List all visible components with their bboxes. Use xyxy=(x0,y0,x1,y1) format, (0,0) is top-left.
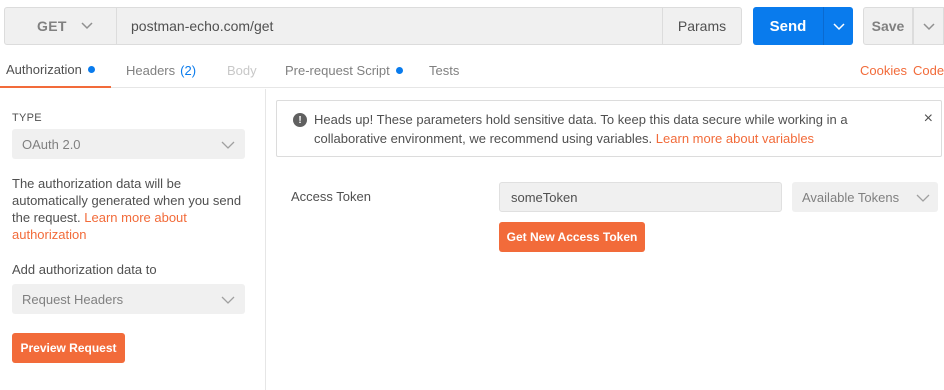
auth-type-select[interactable]: OAuth 2.0 xyxy=(12,129,245,159)
add-to-select[interactable]: Request Headers xyxy=(12,284,245,314)
active-indicator-dot xyxy=(395,66,403,74)
url-text: postman-echo.com/get xyxy=(131,18,274,34)
chevron-down-icon xyxy=(221,137,235,152)
learn-more-variables-link[interactable]: Learn more about variables xyxy=(656,131,814,146)
method-label: GET xyxy=(37,18,67,34)
exclamation-circle-icon: ! xyxy=(293,113,307,127)
chevron-down-icon xyxy=(832,19,845,34)
auth-description: The authorization data will be automatic… xyxy=(12,175,252,243)
active-indicator-dot xyxy=(87,65,95,73)
send-dropdown-button[interactable] xyxy=(823,7,853,45)
add-to-label: Add authorization data to xyxy=(12,262,157,277)
tab-label: Authorization xyxy=(6,61,82,77)
tab-body[interactable]: Body xyxy=(227,52,257,88)
code-link[interactable]: Code xyxy=(913,52,944,88)
chevron-down-icon xyxy=(81,22,93,30)
tab-label: Pre-request Script xyxy=(285,62,390,78)
close-icon[interactable]: × xyxy=(924,110,933,128)
tab-pre-request-script[interactable]: Pre-request Script xyxy=(285,52,403,88)
method-select[interactable]: GET xyxy=(4,7,117,45)
access-token-input[interactable]: someToken xyxy=(499,182,782,212)
cookies-link[interactable]: Cookies xyxy=(860,52,907,88)
available-tokens-select[interactable]: Available Tokens xyxy=(792,182,938,212)
request-tabs: Authorization Headers (2) Body Pre-reque… xyxy=(0,52,944,88)
save-button[interactable]: Save xyxy=(863,7,913,45)
auth-sidebar: TYPE OAuth 2.0 The authorization data wi… xyxy=(0,89,266,390)
auth-type-value: OAuth 2.0 xyxy=(22,136,81,152)
type-label: TYPE xyxy=(12,112,42,124)
tab-tests[interactable]: Tests xyxy=(429,52,459,88)
chevron-down-icon xyxy=(221,292,235,307)
tab-label: Headers xyxy=(126,62,176,78)
send-button[interactable]: Send xyxy=(753,7,823,45)
chevron-down-icon xyxy=(922,19,935,34)
chevron-down-icon xyxy=(916,190,930,205)
tab-label: Tests xyxy=(429,62,460,78)
sensitive-data-alert: ! Heads up! These parameters hold sensit… xyxy=(276,100,942,157)
tab-authorization[interactable]: Authorization xyxy=(0,52,111,88)
add-to-value: Request Headers xyxy=(22,291,124,307)
preview-request-button[interactable]: Preview Request xyxy=(12,333,125,363)
url-input[interactable]: postman-echo.com/get xyxy=(117,7,662,45)
available-tokens-label: Available Tokens xyxy=(802,189,900,205)
save-dropdown-button[interactable] xyxy=(913,7,944,45)
access-token-label: Access Token xyxy=(291,189,371,204)
alert-message: Heads up! These parameters hold sensitiv… xyxy=(314,110,914,148)
params-button[interactable]: Params xyxy=(662,7,742,45)
tab-label: Body xyxy=(227,62,257,78)
headers-count: (2) xyxy=(180,62,197,78)
tab-headers[interactable]: Headers (2) xyxy=(126,52,196,88)
get-new-access-token-button[interactable]: Get New Access Token xyxy=(499,222,645,252)
